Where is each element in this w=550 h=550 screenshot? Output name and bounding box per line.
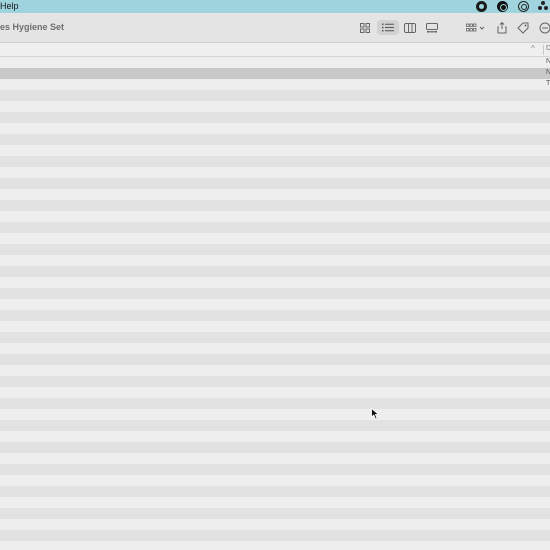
- grammarly-icon[interactable]: [497, 1, 508, 12]
- list-row[interactable]: [0, 431, 550, 442]
- list-row[interactable]: [0, 200, 550, 211]
- tag-button[interactable]: [516, 20, 530, 35]
- list-row[interactable]: T: [0, 79, 550, 90]
- list-row[interactable]: [0, 167, 550, 178]
- creative-cloud-icon[interactable]: [538, 1, 549, 12]
- list-row[interactable]: [0, 277, 550, 288]
- list-row[interactable]: [0, 486, 550, 497]
- list-row[interactable]: [0, 178, 550, 189]
- row-cell: N: [546, 58, 550, 65]
- list-row[interactable]: [0, 332, 550, 343]
- list-row[interactable]: [0, 497, 550, 508]
- window-title: es Hygiene Set: [0, 22, 65, 32]
- list-row[interactable]: [0, 354, 550, 365]
- column-divider[interactable]: [543, 45, 544, 55]
- list-row[interactable]: [0, 453, 550, 464]
- group-icon: [466, 23, 485, 31]
- menu-item-help[interactable]: Help: [0, 0, 19, 13]
- column-header: ^ D: [0, 43, 550, 57]
- list-row[interactable]: [0, 376, 550, 387]
- list-row[interactable]: [0, 255, 550, 266]
- list-row[interactable]: [0, 310, 550, 321]
- list-row[interactable]: [0, 321, 550, 332]
- chrome-icon[interactable]: [518, 1, 529, 12]
- columns-icon: [404, 22, 416, 33]
- list-row[interactable]: [0, 211, 550, 222]
- list-row[interactable]: [0, 189, 550, 200]
- list-row[interactable]: [0, 420, 550, 431]
- list-row[interactable]: [0, 530, 550, 541]
- list-row[interactable]: [0, 299, 550, 310]
- list-row[interactable]: [0, 90, 550, 101]
- list-row[interactable]: [0, 233, 550, 244]
- finder-toolbar: es Hygiene Set: [0, 13, 550, 43]
- list-row[interactable]: [0, 266, 550, 277]
- list-row[interactable]: [0, 222, 550, 233]
- list-row[interactable]: N: [0, 57, 550, 68]
- list-row[interactable]: [0, 541, 550, 550]
- sort-ascending-icon[interactable]: ^: [531, 44, 535, 53]
- list-icon: [382, 23, 394, 32]
- column-label[interactable]: D: [546, 45, 550, 52]
- grid-icon: [360, 22, 370, 33]
- menu-bar: Help: [0, 0, 550, 13]
- list-row[interactable]: [0, 101, 550, 112]
- list-row[interactable]: [0, 343, 550, 354]
- list-row[interactable]: [0, 442, 550, 453]
- list-row[interactable]: [0, 464, 550, 475]
- icon-view-button[interactable]: [358, 20, 372, 35]
- list-row[interactable]: [0, 475, 550, 486]
- more-actions-button[interactable]: [539, 20, 550, 35]
- share-icon: [497, 21, 507, 33]
- list-row[interactable]: [0, 156, 550, 167]
- list-row[interactable]: [0, 508, 550, 519]
- list-row[interactable]: [0, 398, 550, 409]
- list-row[interactable]: [0, 387, 550, 398]
- mouse-pointer-icon: [371, 408, 380, 420]
- list-row[interactable]: [0, 288, 550, 299]
- list-row[interactable]: [0, 145, 550, 156]
- list-row[interactable]: [0, 409, 550, 420]
- file-list[interactable]: NNT: [0, 57, 550, 550]
- column-view-button[interactable]: [403, 20, 417, 35]
- list-view-button[interactable]: [377, 20, 399, 35]
- list-row[interactable]: [0, 134, 550, 145]
- ellipsis-circle-icon: [539, 22, 550, 33]
- row-cell: N: [546, 69, 550, 76]
- share-button[interactable]: [495, 20, 509, 35]
- list-row[interactable]: [0, 123, 550, 134]
- list-row[interactable]: [0, 365, 550, 376]
- gallery-icon: [426, 22, 438, 32]
- list-row[interactable]: N: [0, 68, 550, 79]
- list-row[interactable]: [0, 112, 550, 123]
- list-row[interactable]: [0, 519, 550, 530]
- gallery-view-button[interactable]: [425, 20, 439, 35]
- tag-icon: [517, 22, 529, 34]
- list-row[interactable]: [0, 244, 550, 255]
- group-by-button[interactable]: [465, 20, 487, 35]
- record-icon[interactable]: [476, 1, 487, 12]
- row-cell: T: [546, 80, 550, 87]
